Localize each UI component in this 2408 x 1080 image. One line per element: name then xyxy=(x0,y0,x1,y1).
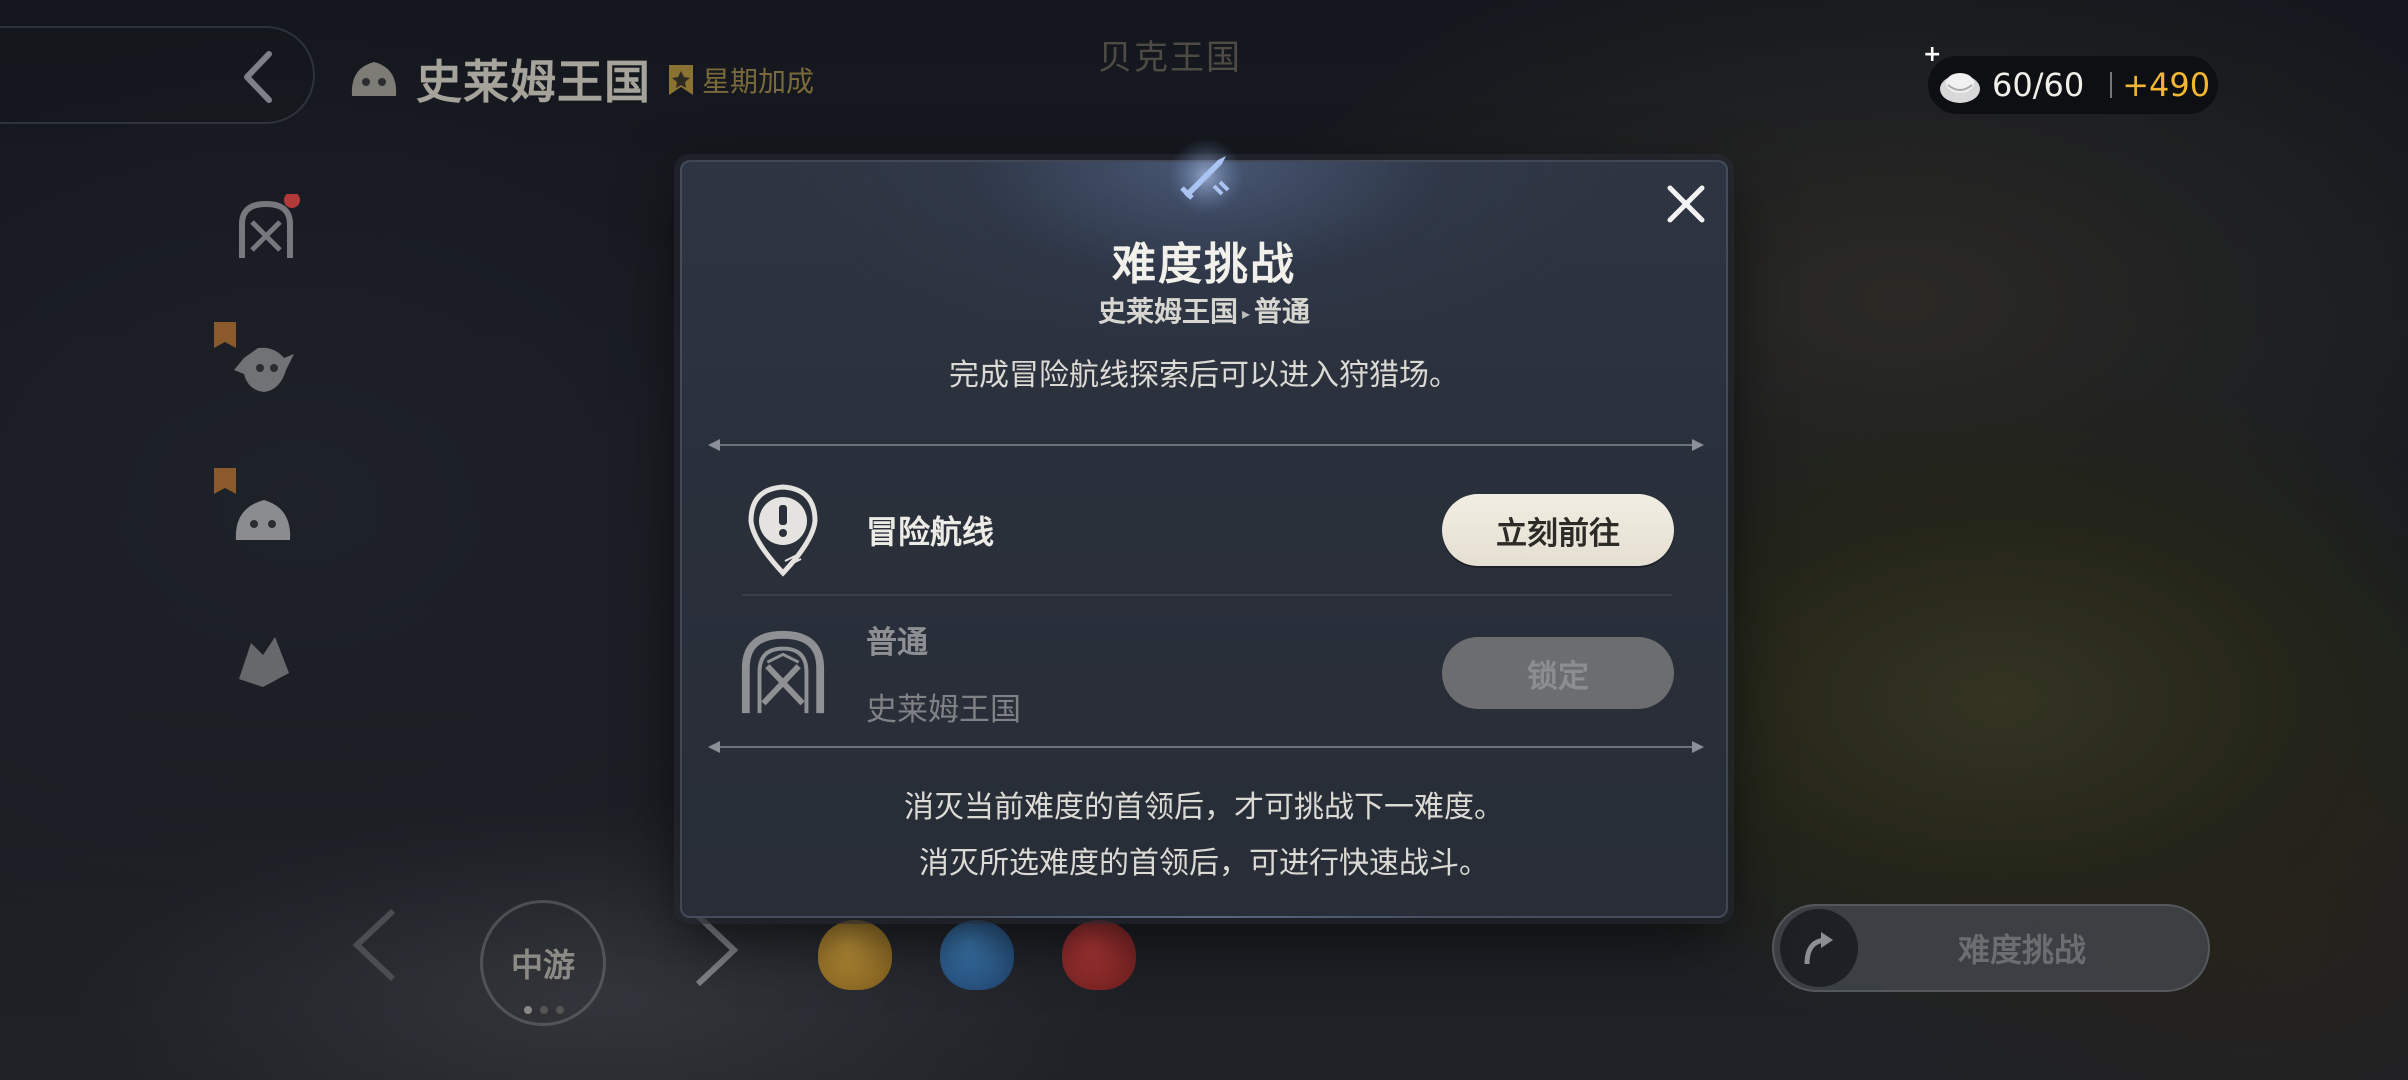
difficulty-row: 普通 史莱姆王国 锁定 xyxy=(738,606,1674,740)
divider-bottom xyxy=(708,741,1704,753)
goblin-icon xyxy=(214,322,294,392)
bonus-badge-icon xyxy=(669,65,693,95)
footer-line-2: 消灭所选难度的首领后，可进行快速战斗。 xyxy=(919,846,1489,881)
arena-icon xyxy=(239,194,300,258)
route-label: 冒险航线 xyxy=(866,513,995,551)
sidebar-goblin[interactable] xyxy=(214,318,304,408)
arena-gate-icon xyxy=(738,623,828,723)
row-separator xyxy=(742,594,1672,596)
slime-blue-icon[interactable] xyxy=(940,920,1014,990)
difficulty-challenge-button[interactable]: 难度挑战 xyxy=(1772,904,2210,992)
sword-emblem-icon xyxy=(1166,136,1246,216)
region-title: 史莱姆王国 xyxy=(346,44,651,114)
divider-top xyxy=(708,439,1704,451)
subtitle-level: 普通 xyxy=(1254,295,1311,328)
slime-icon xyxy=(214,468,291,540)
dialog-footer: 消灭当前难度的首领后，才可挑战下一难度。 消灭所选难度的首领后，可进行快速战斗。 xyxy=(682,780,1726,892)
map-region-label: 贝克王国 xyxy=(1098,38,1242,78)
sidebar-slime[interactable] xyxy=(214,464,304,554)
resource-icon xyxy=(1940,73,1980,103)
resource-bonus: +490 xyxy=(2122,66,2211,104)
subtitle-arrow-icon: ▸ xyxy=(1241,303,1251,323)
sidebar-crystal[interactable] xyxy=(228,626,298,696)
route-pin-icon xyxy=(738,480,828,580)
crystal-icon xyxy=(239,637,289,687)
page-dots xyxy=(524,1006,564,1014)
slime-red-icon[interactable] xyxy=(1062,920,1136,990)
subtitle-region: 史莱姆王国 xyxy=(1097,295,1238,328)
chevron-left-icon xyxy=(352,908,396,982)
difficulty-button-icon-wrap xyxy=(1780,909,1858,987)
difficulty-challenge-dialog: 难度挑战 史莱姆王国 ▸ 普通 完成冒险航线探索后可以进入狩猎场。 冒险航线 立刻前… xyxy=(680,138,1728,918)
chevron-right-icon xyxy=(695,913,739,987)
prev-stage-button[interactable] xyxy=(345,905,405,985)
resource-separator xyxy=(2110,72,2113,98)
curved-arrow-icon xyxy=(1804,932,1833,965)
route-row: 冒险航线 立刻前往 xyxy=(738,462,1674,598)
locked-button[interactable]: 锁定 xyxy=(1442,637,1674,709)
difficulty-level: 普通 xyxy=(866,625,928,661)
dialog-title: 难度挑战 xyxy=(1112,239,1296,290)
week-bonus[interactable]: 星期加成 xyxy=(666,60,814,100)
next-stage-button[interactable] xyxy=(686,910,746,990)
close-icon xyxy=(1667,185,1705,223)
sidebar-arena[interactable] xyxy=(226,190,306,270)
difficulty-text: 普通 史莱姆王国 xyxy=(866,617,1442,729)
week-bonus-label: 星期加成 xyxy=(702,65,815,98)
back-arrow-icon xyxy=(244,51,272,103)
slime-yellow-icon[interactable] xyxy=(818,920,892,990)
stage-label: 中游 xyxy=(510,946,575,984)
resource-count: 60/60 xyxy=(1992,66,2085,104)
difficulty-button-label: 难度挑战 xyxy=(1958,931,2087,969)
footer-line-1: 消灭当前难度的首领后，才可挑战下一难度。 xyxy=(904,790,1504,825)
resource-counter[interactable]: 60/60 +490 xyxy=(1928,56,2218,114)
close-button[interactable] xyxy=(1662,180,1710,228)
dialog-description: 完成冒险航线探索后可以进入狩猎场。 xyxy=(949,358,1459,393)
region-name: 史莱姆王国 xyxy=(416,55,651,109)
go-now-button[interactable]: 立刻前往 xyxy=(1442,494,1674,566)
difficulty-region: 史莱姆王国 xyxy=(866,692,1021,728)
route-text: 冒险航线 xyxy=(866,507,1442,553)
back-button[interactable] xyxy=(232,50,286,104)
dialog-subtitle: 史莱姆王国 ▸ 普通 xyxy=(682,290,1726,330)
slime-icon xyxy=(351,62,397,96)
